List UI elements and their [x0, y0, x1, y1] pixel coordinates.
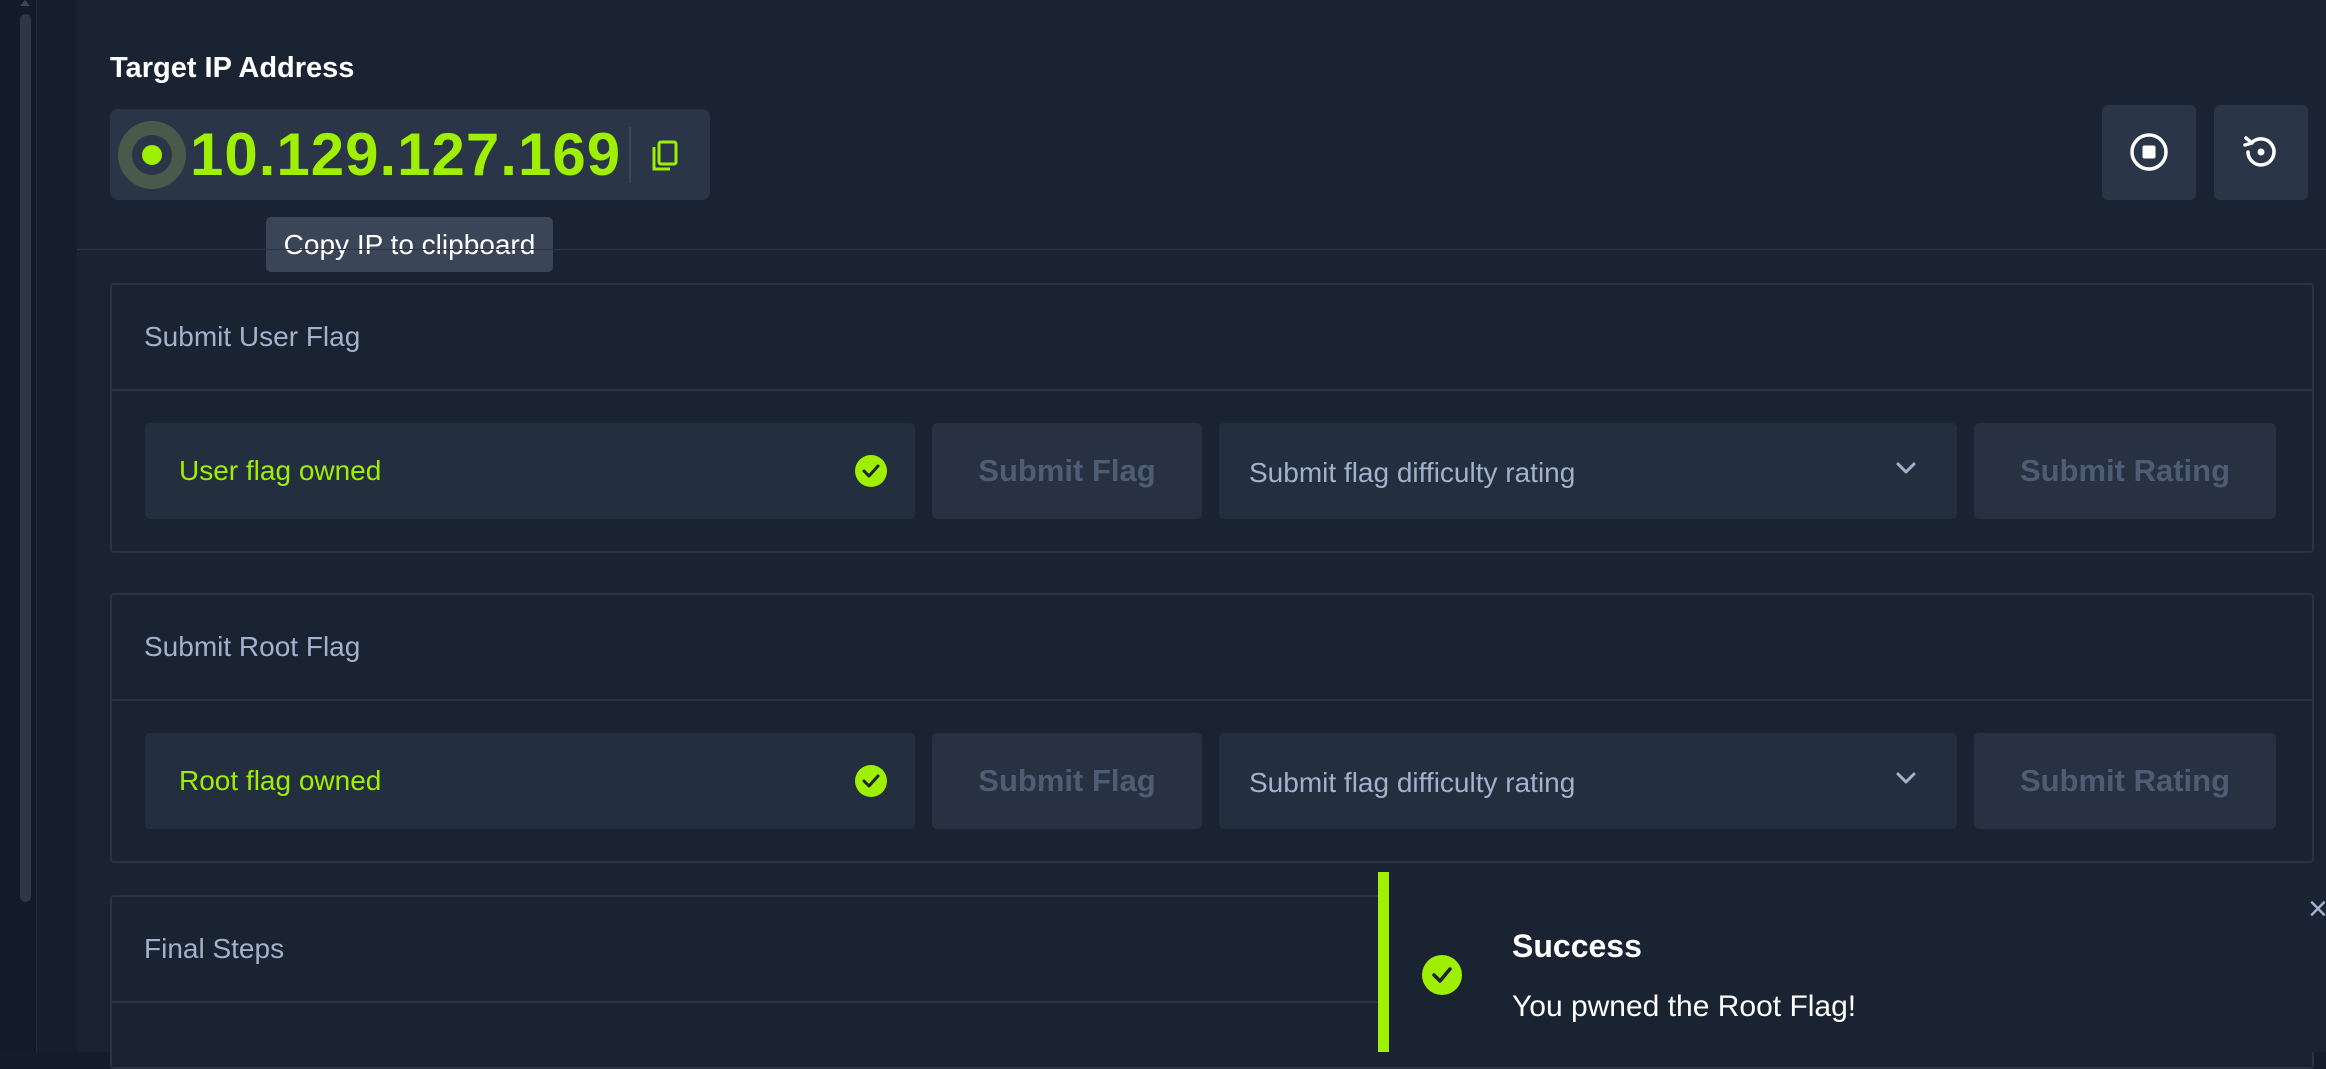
reset-machine-button[interactable]: [2214, 105, 2308, 200]
root-submit-flag-button[interactable]: Submit Flag: [932, 733, 1202, 829]
success-toast: Success You pwned the Root Flag! ×: [1378, 872, 2326, 1052]
scroll-up-arrow[interactable]: [20, 0, 30, 6]
check-circle-icon: [1422, 955, 1462, 995]
root-flag-panel: Submit Root Flag Root flag owned Submit …: [110, 593, 2314, 863]
chevron-down-icon: [1896, 462, 1916, 474]
user-difficulty-placeholder: Submit flag difficulty rating: [1249, 457, 1576, 488]
user-submit-flag-button[interactable]: Submit Flag: [932, 423, 1202, 519]
check-circle-icon: [855, 455, 887, 487]
root-submit-rating-button[interactable]: Submit Rating: [1974, 733, 2276, 829]
reset-icon: [2243, 136, 2276, 167]
gutter: [37, 0, 77, 1052]
close-icon[interactable]: ×: [2308, 892, 2326, 926]
scrollbar-thumb[interactable]: [20, 14, 31, 902]
root-flag-row: Root flag owned Submit Flag Submit flag …: [112, 701, 2312, 861]
ip-divider: [629, 127, 631, 183]
copy-ip-tooltip: Copy IP to clipboard: [266, 217, 553, 272]
root-difficulty-placeholder: Submit flag difficulty rating: [1249, 767, 1576, 798]
user-flag-panel: Submit User Flag User flag owned Submit …: [110, 283, 2314, 553]
toast-title: Success: [1512, 928, 1642, 964]
chevron-down-icon: [1896, 772, 1916, 784]
toast-message: You pwned the Root Flag!: [1512, 990, 1857, 1023]
status-indicator-icon: [118, 121, 186, 189]
target-ip-value: 10.129.127.169: [190, 121, 622, 188]
user-difficulty-select[interactable]: Submit flag difficulty rating: [1219, 423, 1957, 519]
toast-accent-bar: [1378, 872, 1389, 1052]
target-ip-box: 10.129.127.169: [110, 109, 710, 200]
header-divider: [77, 249, 2326, 250]
root-difficulty-select[interactable]: Submit flag difficulty rating: [1219, 733, 1957, 829]
root-flag-heading: Submit Root Flag: [112, 595, 2312, 701]
target-ip-title: Target IP Address: [110, 52, 355, 84]
copy-ip-button[interactable]: [640, 131, 690, 181]
copy-icon: [652, 140, 678, 171]
check-circle-icon: [855, 765, 887, 797]
left-rail: [0, 0, 37, 1052]
user-submit-rating-button[interactable]: Submit Rating: [1974, 423, 2276, 519]
user-flag-row: User flag owned Submit Flag Submit flag …: [112, 391, 2312, 551]
user-flag-input[interactable]: User flag owned: [145, 423, 915, 519]
stop-circle-icon: [2130, 133, 2168, 171]
user-flag-heading: Submit User Flag: [112, 285, 2312, 391]
stop-machine-button[interactable]: [2102, 105, 2196, 200]
user-flag-status: User flag owned: [179, 455, 382, 486]
root-flag-input[interactable]: Root flag owned: [145, 733, 915, 829]
root-flag-status: Root flag owned: [179, 765, 382, 796]
